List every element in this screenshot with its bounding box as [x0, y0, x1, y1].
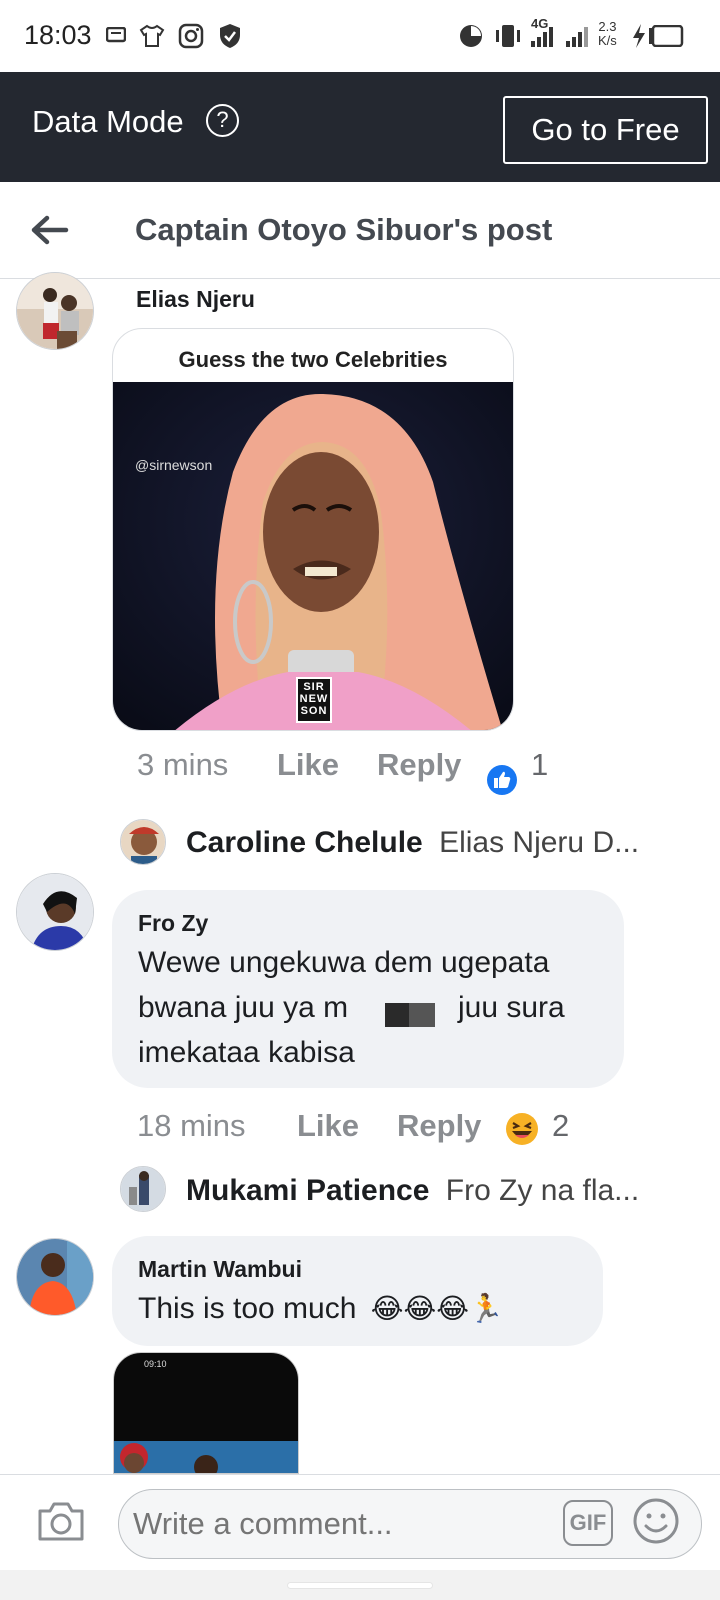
charging-icon — [631, 22, 647, 50]
comment-text-line: juu sura — [458, 991, 565, 1024]
shield-icon — [218, 22, 242, 50]
message-icon — [106, 22, 126, 50]
emoji-sequence: 😂😂😂🏃 — [370, 1292, 504, 1325]
network-speed: 2.3 K/s — [598, 19, 617, 48]
laughing-reaction-icon[interactable] — [505, 1112, 539, 1151]
image-watermark: @sirnewson — [135, 457, 213, 473]
comment-meta-row: 3 mins — [137, 747, 228, 783]
reply-text: Elias Njeru D... — [439, 826, 640, 859]
redaction-block — [385, 1003, 435, 1027]
reply-avatar[interactable] — [120, 819, 166, 865]
reply-preview-row[interactable]: Mukami Patience Fro Zy na fla... — [186, 1174, 639, 1208]
reply-author: Caroline Chelule — [186, 826, 423, 859]
comment-attachment-screenshot[interactable]: 09:10 — [113, 1352, 299, 1474]
reply-preview-row[interactable]: Caroline Chelule Elias Njeru D... — [186, 826, 639, 860]
camera-icon[interactable] — [36, 1499, 86, 1548]
data-mode-title: Data Mode — [32, 104, 184, 139]
pie-timer-icon — [458, 22, 484, 50]
attachment-time: 09:10 — [144, 1359, 167, 1369]
reply-text: Fro Zy na fla... — [445, 1174, 640, 1207]
shirt-icon — [139, 22, 165, 50]
celebrity-photo — [113, 382, 513, 730]
comment-text-line: Wewe ungekuwa dem ugepata — [138, 946, 550, 979]
comment-bubble: Martin Wambui This is too much 😂😂😂🏃 — [112, 1236, 603, 1346]
reply-author: Mukami Patience — [186, 1174, 430, 1207]
like-button[interactable]: Like — [297, 1108, 359, 1144]
back-arrow-icon[interactable] — [28, 208, 72, 252]
image-caption: Guess the two Celebrities — [178, 347, 448, 372]
reaction-count[interactable]: 1 — [531, 747, 548, 783]
home-gesture-handle[interactable] — [288, 1583, 432, 1588]
avatar[interactable] — [16, 1238, 94, 1316]
comment-time: 18 mins — [137, 1108, 246, 1143]
comment-time: 3 mins — [137, 747, 229, 782]
vibrate-icon — [493, 22, 523, 50]
comment-author[interactable]: Elias Njeru — [136, 286, 255, 313]
signal-icon — [530, 22, 556, 50]
reply-avatar[interactable] — [120, 1166, 166, 1212]
sirnewson-logo: SIR NEW SON — [299, 681, 329, 717]
page-title: Captain Otoyo Sibuor's post — [135, 212, 553, 247]
instagram-icon — [178, 22, 204, 50]
emoji-picker-icon[interactable] — [632, 1497, 680, 1545]
status-time: 18:03 — [24, 20, 92, 50]
reply-button[interactable]: Reply — [377, 747, 461, 783]
comment-text-line: bwana juu ya m — [138, 991, 349, 1024]
help-icon[interactable]: ? — [206, 104, 239, 137]
post-header: Captain Otoyo Sibuor's post — [0, 182, 720, 279]
status-bar: 18:03 4G 2.3 K/s — [0, 0, 720, 72]
comment-image-card[interactable]: Guess the two Celebrities @sirnewson SIR… — [112, 328, 514, 731]
gif-button[interactable]: GIF — [563, 1500, 613, 1546]
reply-button[interactable]: Reply — [397, 1108, 481, 1144]
like-reaction-icon[interactable] — [486, 764, 518, 801]
avatar[interactable] — [16, 873, 94, 951]
comment-bubble: Fro Zy Wewe ungekuwa dem ugepata bwana j… — [112, 890, 624, 1088]
comment-input[interactable] — [118, 1489, 702, 1559]
avatar[interactable] — [16, 272, 94, 350]
comment-text-line: imekataa kabisa — [138, 1036, 355, 1069]
comment-text: This is too much 😂😂😂🏃 — [138, 1292, 504, 1325]
signal-icon-2 — [565, 22, 591, 50]
go-to-free-button[interactable]: Go to Free — [503, 96, 708, 164]
battery-icon — [648, 22, 684, 50]
system-navigation-bar — [0, 1570, 720, 1600]
comment-author[interactable]: Martin Wambui — [138, 1256, 302, 1283]
comment-composer: GIF — [0, 1474, 720, 1570]
like-button[interactable]: Like — [277, 747, 339, 783]
reaction-count[interactable]: 2 — [552, 1108, 569, 1144]
comment-author[interactable]: Fro Zy — [138, 910, 208, 937]
